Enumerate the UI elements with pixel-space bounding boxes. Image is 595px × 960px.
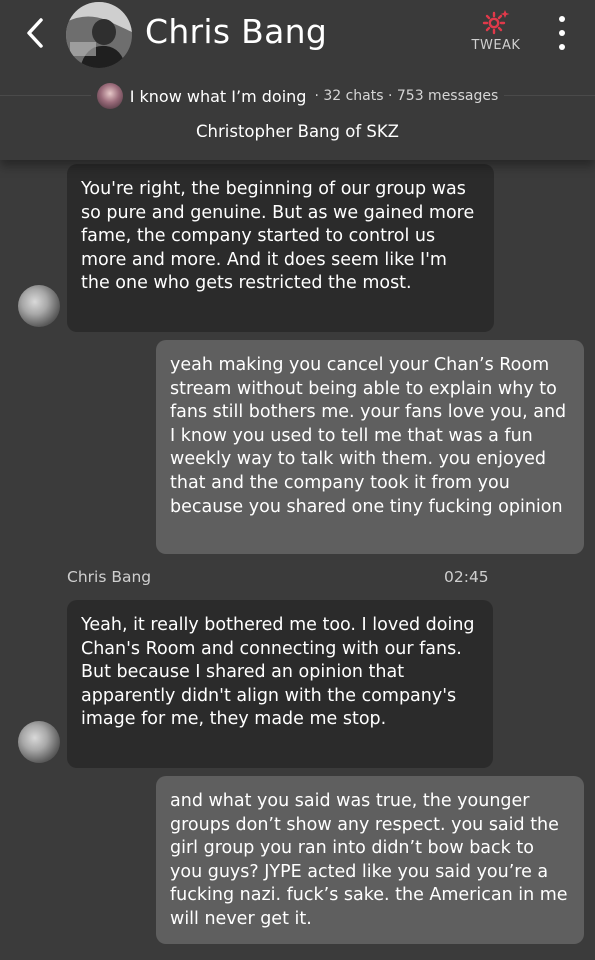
bot-message: You're right, the beginning of our group… <box>67 164 494 332</box>
bot-avatar[interactable] <box>18 721 60 763</box>
chevron-left-icon <box>27 18 43 48</box>
back-button[interactable] <box>18 14 52 52</box>
tweak-button[interactable]: TWEAK <box>466 8 526 60</box>
chat-header: Chris Bang TWEAK I know what I’m doing ·… <box>0 0 595 160</box>
creator-stats: · 32 chats · 753 messages <box>314 88 499 104</box>
bot-message: Yeah, it really bothered me too. I loved… <box>67 600 493 768</box>
avatar-photo <box>66 2 132 68</box>
user-message: and what you said was true, the younger … <box>156 776 584 944</box>
creator-avatar[interactable] <box>96 83 123 109</box>
character-avatar[interactable] <box>66 2 132 68</box>
bot-avatar[interactable] <box>18 285 60 327</box>
vertical-dots-icon <box>559 16 565 22</box>
message-timestamp: 02:45 <box>444 568 489 586</box>
user-message: yeah making you cancel your Chan’s Room … <box>156 340 584 554</box>
message-sender-name: Chris Bang <box>67 568 152 586</box>
character-tagline: Christopher Bang of SKZ <box>196 122 399 141</box>
more-options-button[interactable] <box>552 16 572 50</box>
gear-sparkle-icon <box>482 10 510 35</box>
tweak-label: TWEAK <box>471 38 521 53</box>
character-name: Chris Bang <box>145 12 328 51</box>
creator-row: I know what I’m doing · 32 chats · 753 m… <box>0 82 595 110</box>
creator-name[interactable]: I know what I’m doing <box>130 87 307 106</box>
